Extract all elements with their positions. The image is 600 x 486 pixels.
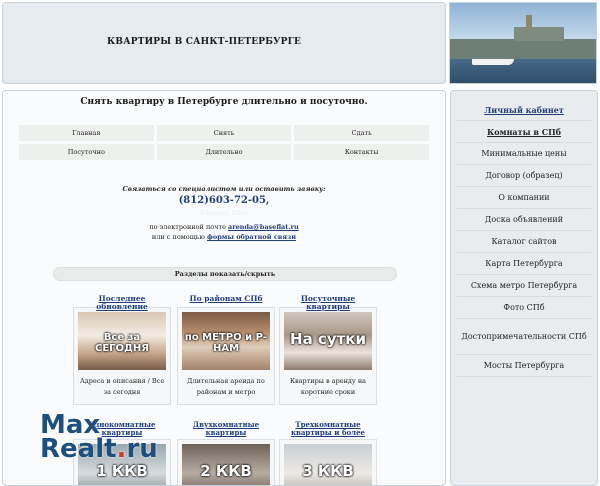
tile-two-room-title[interactable]: Двухкомнатные квартиры — [177, 421, 275, 439]
tile-one-room-overlay: 1 ККВ — [96, 462, 148, 480]
tile-three-room-overlay: 3 ККВ — [302, 462, 354, 480]
tile-three-room[interactable]: Трехкомнатные квартиры и более 3 ККВ — [279, 421, 377, 485]
tile-daily-text: Квартиры в аренду на коротние сроки — [289, 377, 367, 396]
tile-daily-image[interactable]: На сутки — [284, 312, 372, 370]
nav-daily[interactable]: Посуточно — [19, 144, 154, 160]
tile-latest-title[interactable]: Последнее обновление — [73, 295, 171, 310]
form-prefix: или с помощью — [151, 233, 205, 241]
nav-contacts[interactable]: Контакты — [294, 144, 429, 160]
tile-three-room-image[interactable]: 3 ККВ — [284, 444, 372, 485]
sidebar-item-contract[interactable]: Договор (образец) — [457, 165, 591, 187]
tile-districts-text: Длительная аренда по районам и метро — [187, 377, 265, 396]
sections-toggle[interactable]: Разделы показать/скрыть — [53, 267, 397, 281]
sidebar-item-min-prices[interactable]: Минимальные цены — [457, 143, 591, 165]
tile-districts-title[interactable]: По районам СПб — [177, 295, 275, 307]
watermark-ru: ru — [126, 434, 158, 464]
photo-palace — [514, 27, 564, 41]
tile-latest[interactable]: Последнее обновление Все за СЕГОДНЯ Адре… — [73, 295, 171, 405]
sidebar-item-about[interactable]: О компании — [457, 187, 591, 209]
watermark-logo: Max Realt.ru — [40, 412, 158, 462]
photo-spire — [526, 15, 532, 29]
watermark-dot: . — [116, 434, 127, 464]
tile-latest-text: Адреса и описания / Все за сегодня — [79, 377, 165, 396]
email-prefix: по электронной почте — [149, 223, 226, 231]
email-link[interactable]: arenda@baseflat.ru — [228, 223, 299, 231]
tile-two-room-body: 2 ККВ — [177, 439, 275, 485]
tile-daily-title[interactable]: Посуточные квартиры — [279, 295, 377, 310]
contact-faint-text: Telegram, Viber — [199, 210, 249, 217]
sidebar-item-board[interactable]: Доска объявлений — [457, 209, 591, 231]
contact-phone[interactable]: (812)603-72-05, — [3, 195, 445, 206]
sidebar-item-sights[interactable]: Достопримечательности СПб — [457, 319, 591, 355]
watermark-realt: Realt — [40, 434, 117, 464]
photo-embankment — [450, 39, 596, 59]
header-photo — [449, 2, 597, 84]
tile-districts-body: по МЕТРО и Р-НАМ Длительная аренда по ра… — [177, 307, 275, 405]
contact-form-line: или с помощью формы обратной связи — [3, 233, 445, 241]
tile-districts[interactable]: По районам СПб по МЕТРО и Р-НАМ Длительн… — [177, 295, 275, 405]
nav-let[interactable]: Сдать — [294, 125, 429, 141]
sidebar-item-bridges[interactable]: Мосты Петербурга — [457, 355, 591, 377]
nav-rent[interactable]: Снять — [156, 125, 292, 141]
contact-email-line: по электронной почте arenda@baseflat.ru — [3, 223, 445, 231]
tile-districts-overlay: по МЕТРО и Р-НАМ — [184, 332, 268, 354]
watermark-line2: Realt.ru — [40, 436, 158, 462]
main-nav: Главная Снять Сдать Посуточно Длительно … — [19, 125, 429, 160]
sidebar-item-metro[interactable]: Схема метро Петербурга — [457, 275, 591, 297]
nav-home[interactable]: Главная — [19, 125, 154, 141]
sidebar-item-map[interactable]: Карта Петербурга — [457, 253, 591, 275]
tile-latest-overlay: Все за СЕГОДНЯ — [94, 332, 150, 354]
photo-boat — [472, 59, 514, 65]
sidebar-item-photo[interactable]: Фото СПб — [457, 297, 591, 319]
tile-two-room[interactable]: Двухкомнатные квартиры 2 ККВ — [177, 421, 275, 485]
sidebar-item-catalog[interactable]: Каталог сайтов — [457, 231, 591, 253]
contact-block: Связаться со специалистом или оставить з… — [3, 185, 445, 241]
nav-long-term[interactable]: Длительно — [156, 144, 292, 160]
tile-daily[interactable]: Посуточные квартиры На сутки Квартиры в … — [279, 295, 377, 405]
tile-daily-overlay: На сутки — [290, 330, 366, 348]
sidebar-item-account[interactable]: Личный кабинет — [457, 99, 591, 121]
tile-latest-image[interactable]: Все за СЕГОДНЯ — [78, 312, 166, 370]
tile-districts-image[interactable]: по МЕТРО и Р-НАМ — [182, 312, 270, 370]
sidebar: Личный кабинет Комнаты в СПб Минимальные… — [450, 90, 598, 486]
sidebar-item-rooms[interactable]: Комнаты в СПб — [457, 121, 591, 143]
tile-two-room-overlay: 2 ККВ — [200, 462, 252, 480]
tile-two-room-image[interactable]: 2 ККВ — [182, 444, 270, 485]
tile-daily-body: На сутки Квартиры в аренду на коротние с… — [279, 307, 377, 405]
page-title: Снять квартиру в Петербурге длительно и … — [80, 97, 368, 107]
tile-three-room-title[interactable]: Трехкомнатные квартиры и более — [279, 421, 377, 439]
site-title: КВАРТИРЫ В САНКТ-ПЕТЕРБУРГЕ — [107, 37, 302, 47]
feedback-form-link[interactable]: формы обратной связи — [207, 233, 296, 241]
tile-three-room-body: 3 ККВ — [279, 439, 377, 485]
contact-lead: Связаться со специалистом или оставить з… — [122, 185, 326, 193]
tile-latest-body: Все за СЕГОДНЯ Адреса и описания / Все з… — [73, 307, 171, 405]
site-header: КВАРТИРЫ В САНКТ-ПЕТЕРБУРГЕ — [2, 2, 446, 84]
